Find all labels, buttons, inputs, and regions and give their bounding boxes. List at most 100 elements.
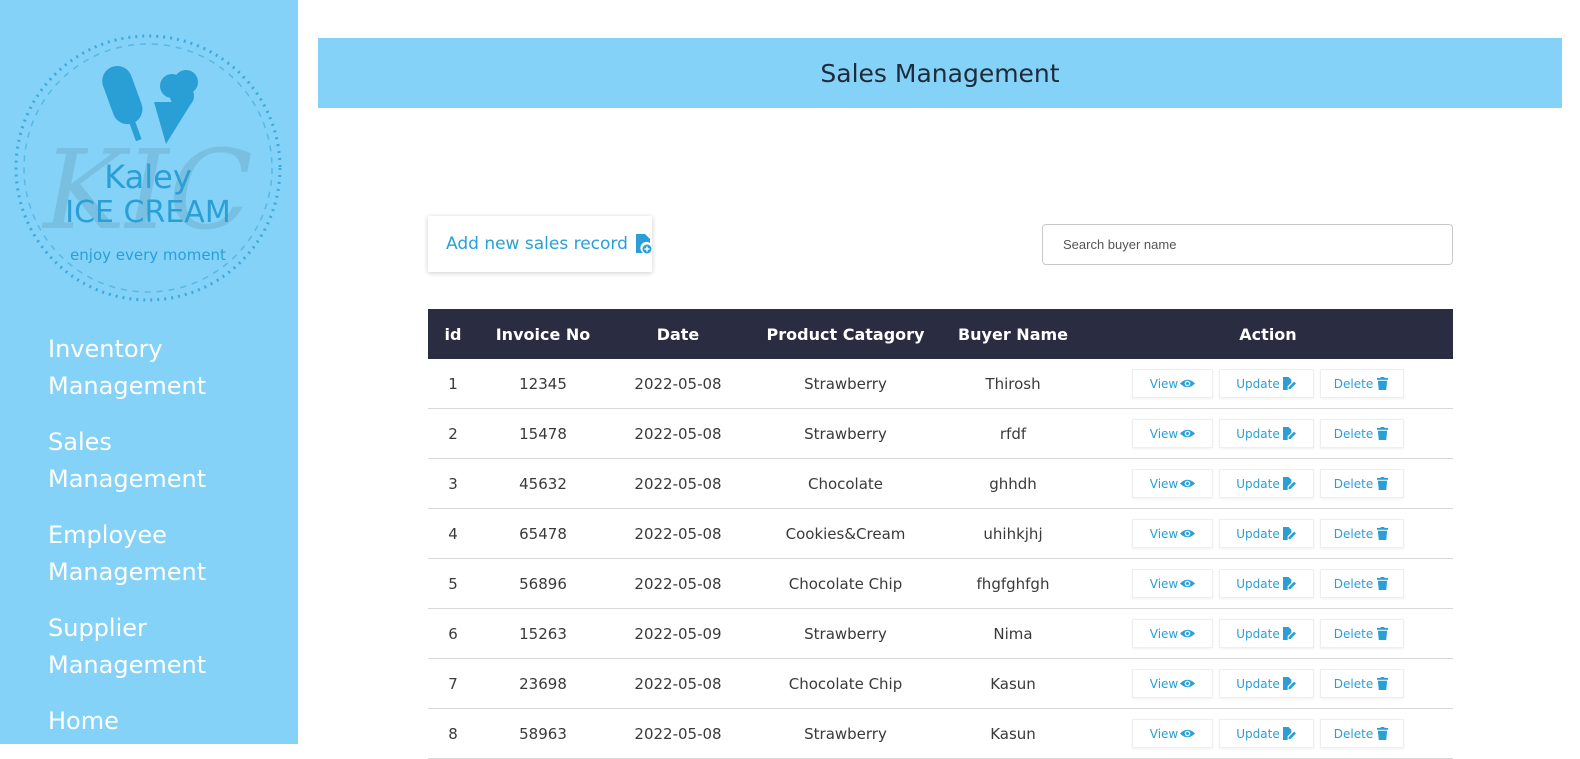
file-edit-icon — [1282, 577, 1296, 590]
eye-icon — [1180, 579, 1196, 588]
eye-icon — [1180, 529, 1196, 538]
view-label: View — [1149, 426, 1179, 441]
column-header-invoice: Invoice No — [495, 324, 591, 344]
view-button[interactable]: View — [1132, 369, 1213, 398]
view-label: View — [1149, 376, 1179, 391]
cell-id: 5 — [428, 558, 478, 609]
cell-actions: View Update Delete — [1083, 508, 1453, 559]
cell-id: 7 — [428, 658, 478, 709]
view-button[interactable]: View — [1132, 469, 1213, 498]
sidebar: KIC Kaley ICE CREAM enjoy every moment I… — [0, 0, 298, 744]
view-button[interactable]: View — [1132, 569, 1213, 598]
cell-category: Chocolate Chip — [748, 658, 943, 709]
view-button[interactable]: View — [1132, 669, 1213, 698]
cell-invoice: 15263 — [478, 608, 608, 659]
brand-name-line2: ICE CREAM — [65, 195, 230, 230]
sidebar-item-inventory[interactable]: Inventory Management — [48, 331, 248, 405]
column-header-buyer: Buyer Name — [957, 324, 1069, 344]
delete-label: Delete — [1333, 376, 1374, 391]
update-label: Update — [1236, 626, 1280, 641]
cell-buyer: Kasun — [943, 708, 1083, 759]
add-sales-record-label: Add new sales record — [446, 234, 628, 254]
update-button[interactable]: Update — [1219, 519, 1314, 548]
cell-category: Chocolate Chip — [748, 558, 943, 609]
table-row: 3 45632 2022-05-08 Chocolate ghhdh View … — [428, 458, 1453, 509]
update-button[interactable]: Update — [1219, 669, 1314, 698]
table-row: 5 56896 2022-05-08 Chocolate Chip fhgfgh… — [428, 558, 1453, 609]
trash-icon — [1377, 527, 1389, 540]
cell-invoice: 65478 — [478, 508, 608, 559]
table-row: 6 15263 2022-05-09 Strawberry Nima View … — [428, 608, 1453, 659]
cell-invoice: 45632 — [478, 458, 608, 509]
delete-button[interactable]: Delete — [1320, 619, 1404, 648]
table-row: 8 58963 2022-05-08 Strawberry Kasun View… — [428, 708, 1453, 759]
update-button[interactable]: Update — [1219, 569, 1314, 598]
update-label: Update — [1236, 726, 1280, 741]
delete-button[interactable]: Delete — [1320, 669, 1404, 698]
cell-category: Strawberry — [748, 708, 943, 759]
delete-button[interactable]: Delete — [1320, 469, 1404, 498]
update-button[interactable]: Update — [1219, 419, 1314, 448]
view-button[interactable]: View — [1132, 419, 1213, 448]
view-button[interactable]: View — [1132, 519, 1213, 548]
cell-id: 4 — [428, 508, 478, 559]
file-edit-icon — [1282, 427, 1296, 440]
cell-date: 2022-05-08 — [608, 708, 748, 759]
sidebar-nav: Inventory Management Sales Management Em… — [48, 331, 248, 759]
cell-buyer: fhgfghfgh — [943, 558, 1083, 609]
cell-buyer: uhihkjhj — [943, 508, 1083, 559]
update-button[interactable]: Update — [1219, 469, 1314, 498]
delete-button[interactable]: Delete — [1320, 569, 1404, 598]
view-label: View — [1149, 626, 1179, 641]
trash-icon — [1377, 627, 1389, 640]
delete-label: Delete — [1333, 476, 1374, 491]
eye-icon — [1180, 629, 1196, 638]
sidebar-item-home[interactable]: Home — [48, 703, 248, 740]
search-input[interactable] — [1042, 224, 1453, 265]
column-header-id: id — [444, 324, 462, 344]
cell-id: 3 — [428, 458, 478, 509]
file-edit-icon — [1282, 677, 1296, 690]
file-edit-icon — [1282, 477, 1296, 490]
table-row: 7 23698 2022-05-08 Chocolate Chip Kasun … — [428, 658, 1453, 709]
sidebar-item-sales[interactable]: Sales Management — [48, 424, 248, 498]
cell-actions: View Update Delete — [1083, 558, 1453, 609]
eye-icon — [1180, 379, 1196, 388]
view-button[interactable]: View — [1132, 619, 1213, 648]
table-row: 1 12345 2022-05-08 Strawberry Thirosh Vi… — [428, 359, 1453, 409]
delete-label: Delete — [1333, 626, 1374, 641]
page-header: Sales Management — [318, 38, 1562, 108]
table-body: 1 12345 2022-05-08 Strawberry Thirosh Vi… — [428, 359, 1453, 759]
delete-label: Delete — [1333, 576, 1374, 591]
cell-category: Cookies&Cream — [748, 508, 943, 559]
trash-icon — [1377, 377, 1389, 390]
delete-label: Delete — [1333, 726, 1374, 741]
cell-actions: View Update Delete — [1083, 708, 1453, 759]
eye-icon — [1180, 729, 1196, 738]
cell-date: 2022-05-09 — [608, 608, 748, 659]
cell-date: 2022-05-08 — [608, 658, 748, 709]
cell-buyer: Thirosh — [943, 359, 1083, 409]
delete-button[interactable]: Delete — [1320, 419, 1404, 448]
cell-buyer: rfdf — [943, 408, 1083, 459]
sidebar-item-supplier[interactable]: Supplier Management — [48, 610, 248, 684]
cell-id: 8 — [428, 708, 478, 759]
file-edit-icon — [1282, 627, 1296, 640]
brand-logo: KIC Kaley ICE CREAM enjoy every moment — [14, 34, 282, 302]
cell-category: Strawberry — [748, 359, 943, 409]
delete-button[interactable]: Delete — [1320, 519, 1404, 548]
update-button[interactable]: Update — [1219, 369, 1314, 398]
add-sales-record-button[interactable]: Add new sales record — [428, 216, 652, 272]
view-label: View — [1149, 576, 1179, 591]
brand-tagline: enjoy every moment — [70, 246, 226, 264]
delete-button[interactable]: Delete — [1320, 369, 1404, 398]
trash-icon — [1377, 677, 1389, 690]
trash-icon — [1377, 427, 1389, 440]
cell-invoice: 12345 — [478, 359, 608, 409]
sidebar-item-employee[interactable]: Employee Management — [48, 517, 248, 591]
update-button[interactable]: Update — [1219, 619, 1314, 648]
cell-category: Strawberry — [748, 608, 943, 659]
update-label: Update — [1236, 676, 1280, 691]
column-header-date: Date — [656, 324, 700, 344]
cell-actions: View Update Delete — [1083, 408, 1453, 459]
